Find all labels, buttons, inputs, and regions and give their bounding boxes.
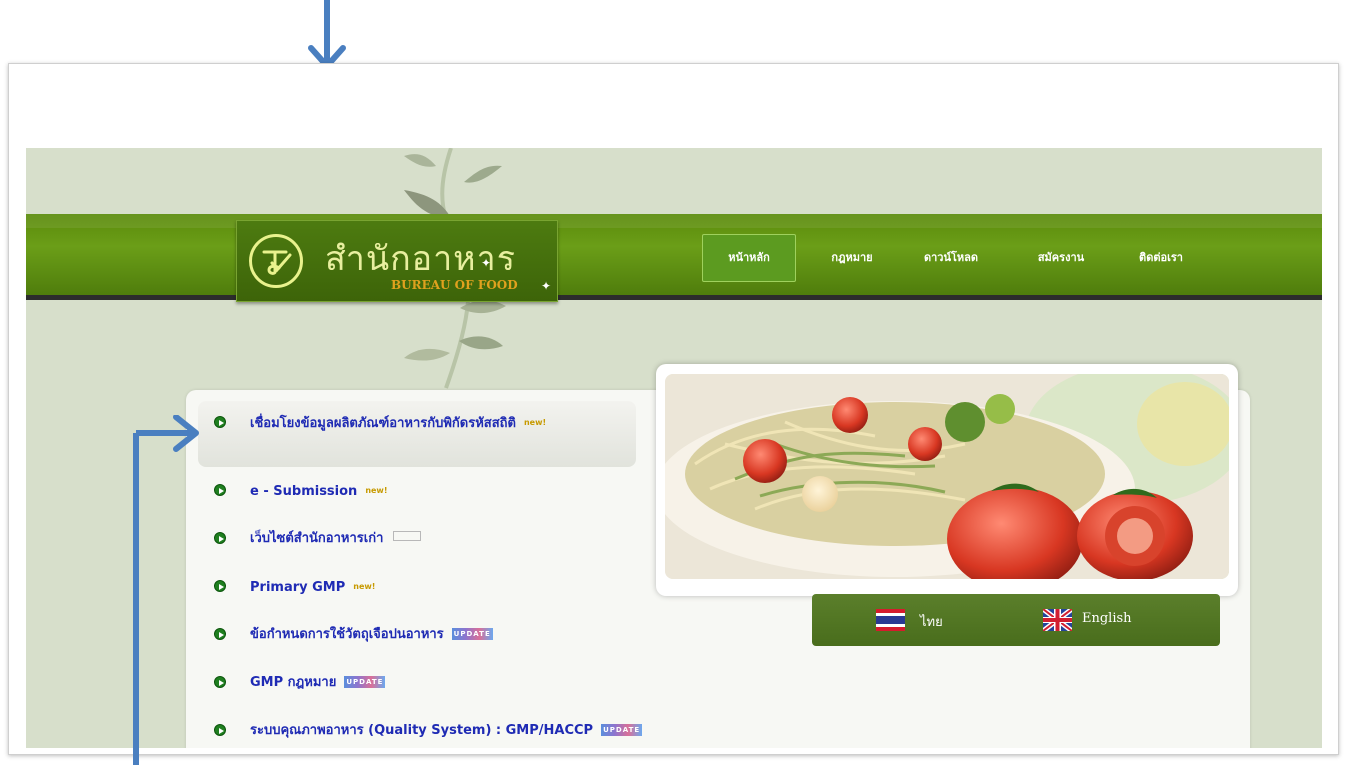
language-english-label[interactable]: English bbox=[1082, 611, 1132, 626]
link-label[interactable]: เว็บไซต์สำนักอาหารเก่า bbox=[250, 528, 650, 550]
bullet-arrow-icon bbox=[214, 532, 226, 544]
list-item[interactable]: ข้อกำหนดการใช้วัตถุเจือปนอาหาร UPDATE bbox=[214, 624, 664, 646]
new-badge: new! bbox=[365, 486, 388, 495]
bullet-arrow-icon bbox=[214, 676, 226, 688]
bullet-arrow-icon bbox=[214, 628, 226, 640]
seal-check-icon bbox=[262, 250, 292, 275]
screenshot-stage: สำนักอาหาร BUREAU OF FOOD ✦ ✦ หน้าหลัก ก… bbox=[0, 0, 1349, 765]
link-label[interactable]: Primary GMP new! bbox=[250, 576, 650, 599]
food-banner-image bbox=[665, 374, 1229, 579]
update-badge: UPDATE bbox=[601, 724, 643, 736]
thai-flag-icon[interactable] bbox=[876, 609, 905, 631]
update-badge: UPDATE bbox=[451, 628, 493, 640]
bullet-arrow-icon bbox=[214, 724, 226, 736]
link-label-text[interactable]: ข้อกำหนดการใช้วัตถุเจือปนอาหาร bbox=[250, 627, 444, 642]
menu-item-law[interactable]: กฎหมาย bbox=[812, 234, 892, 282]
external-link-badge bbox=[393, 531, 422, 541]
update-badge: UPDATE bbox=[344, 676, 386, 688]
list-item[interactable]: เชื่อมโยงข้อมูลผลิตภัณฑ์อาหารกับพิกัดรหั… bbox=[214, 412, 664, 456]
link-label[interactable]: ระบบคุณภาพอาหาร (Quality System) : GMP/H… bbox=[250, 720, 650, 742]
link-label[interactable]: GMP กฎหมาย UPDATE bbox=[250, 672, 650, 694]
logo-english-title: BUREAU OF FOOD bbox=[391, 278, 518, 292]
food-seal-icon bbox=[249, 234, 303, 288]
link-label-text[interactable]: GMP กฎหมาย bbox=[250, 675, 336, 690]
list-item[interactable]: GMP กฎหมาย UPDATE bbox=[214, 672, 664, 694]
star-sparkle-icon: ✦ bbox=[541, 279, 552, 293]
annotation-arrow-right-icon bbox=[133, 415, 199, 765]
bullet-arrow-icon bbox=[214, 416, 226, 428]
link-label[interactable]: ข้อกำหนดการใช้วัตถุเจือปนอาหาร UPDATE bbox=[250, 624, 650, 646]
menu-item-contact[interactable]: ติดต่อเรา bbox=[1120, 234, 1202, 282]
bullet-arrow-icon bbox=[214, 580, 226, 592]
list-item[interactable]: ระบบคุณภาพอาหาร (Quality System) : GMP/H… bbox=[214, 720, 664, 748]
menu-item-download[interactable]: ดาวน์โหลด bbox=[904, 234, 998, 282]
navbar-highlight bbox=[26, 214, 1322, 228]
language-selector: ไทย English bbox=[812, 594, 1220, 646]
bureau-of-food-logo[interactable]: สำนักอาหาร BUREAU OF FOOD ✦ ✦ bbox=[236, 220, 558, 302]
star-sparkle-icon: ✦ bbox=[481, 256, 492, 270]
link-label[interactable]: เชื่อมโยงข้อมูลผลิตภัณฑ์อาหารกับพิกัดรหั… bbox=[250, 412, 650, 435]
top-menu: หน้าหลัก กฎหมาย ดาวน์โหลด สมัครงาน ติดต่… bbox=[702, 234, 1262, 282]
menu-item-jobs[interactable]: สมัครงาน bbox=[1020, 234, 1102, 282]
link-label-text[interactable]: Primary GMP bbox=[250, 580, 345, 595]
list-item[interactable]: เว็บไซต์สำนักอาหารเก่า bbox=[214, 528, 664, 550]
link-label-text[interactable]: ระบบคุณภาพอาหาร (Quality System) : GMP/H… bbox=[250, 723, 593, 738]
link-label-text[interactable]: เชื่อมโยงข้อมูลผลิตภัณฑ์อาหารกับพิกัดรหั… bbox=[250, 416, 516, 431]
uk-flag-icon[interactable] bbox=[1043, 609, 1072, 631]
food-banner-frame bbox=[656, 364, 1238, 596]
website-canvas: สำนักอาหาร BUREAU OF FOOD ✦ ✦ หน้าหลัก ก… bbox=[26, 148, 1322, 748]
menu-item-home[interactable]: หน้าหลัก bbox=[702, 234, 796, 282]
new-badge: new! bbox=[353, 582, 376, 591]
link-label-text[interactable]: เว็บไซต์สำนักอาหารเก่า bbox=[250, 531, 383, 546]
link-label-text[interactable]: e - Submission bbox=[250, 484, 357, 499]
new-badge: new! bbox=[523, 418, 547, 427]
link-label[interactable]: e - Submission new! bbox=[250, 480, 650, 503]
language-thai-label[interactable]: ไทย bbox=[920, 611, 943, 632]
papaya-salad-photo bbox=[665, 374, 1229, 579]
list-item[interactable]: Primary GMP new! bbox=[214, 576, 664, 598]
bullet-arrow-icon bbox=[214, 484, 226, 496]
list-item[interactable]: e - Submission new! bbox=[214, 480, 664, 502]
